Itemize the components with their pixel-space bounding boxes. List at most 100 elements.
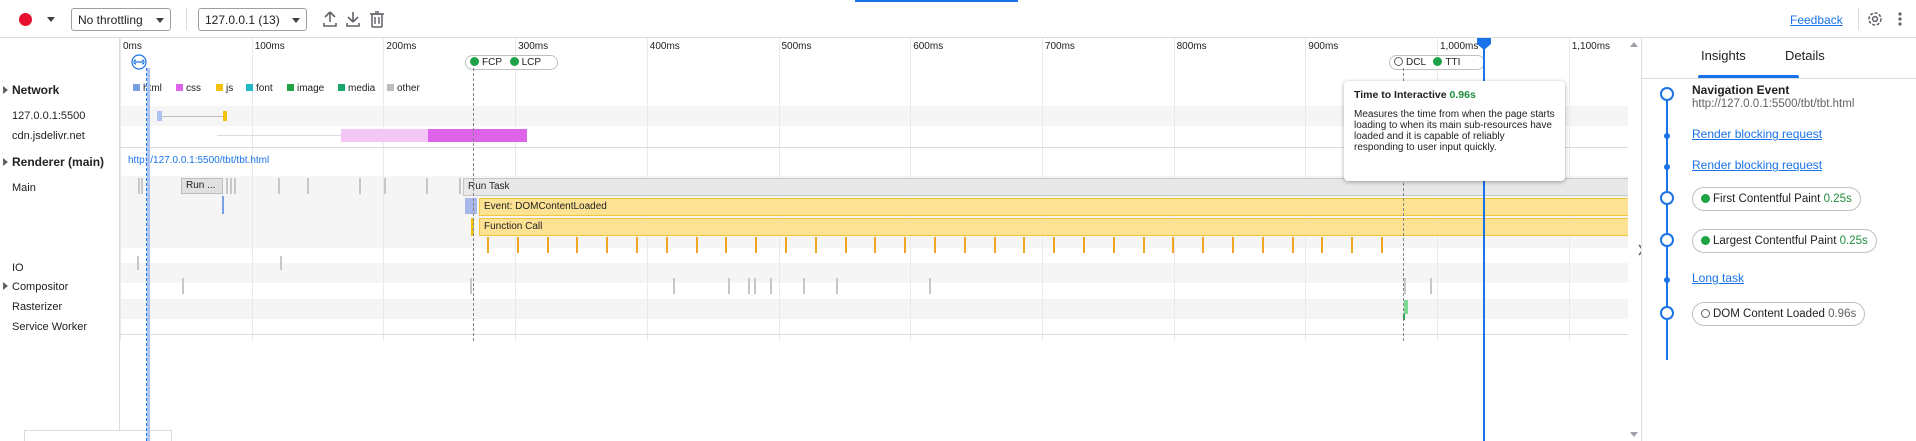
network-request-bar[interactable] xyxy=(341,129,428,142)
compositor-task[interactable] xyxy=(836,278,838,294)
function-sub-call[interactable] xyxy=(1142,237,1145,253)
target-select[interactable]: 127.0.0.1 (13) xyxy=(198,8,307,31)
tab-details[interactable]: Details xyxy=(1785,48,1825,63)
dom-event-block[interactable]: Event: DOMContentLoaded xyxy=(479,198,1628,216)
function-sub-call[interactable] xyxy=(1202,237,1205,253)
long-task-link[interactable]: Long task xyxy=(1692,271,1744,285)
compositor-task[interactable] xyxy=(673,278,675,294)
navigation-link-icon[interactable] xyxy=(131,54,147,70)
compositor-task[interactable] xyxy=(748,278,750,294)
trash-icon[interactable] xyxy=(369,10,385,28)
main-thread-task[interactable] xyxy=(384,178,386,194)
function-sub-call[interactable] xyxy=(725,237,728,253)
expand-network-icon[interactable] xyxy=(3,86,8,94)
more-vert-icon[interactable] xyxy=(1896,10,1904,28)
main-thread-task[interactable] xyxy=(234,178,236,194)
main-thread-task[interactable] xyxy=(230,178,232,194)
scroll-down-icon[interactable] xyxy=(1630,432,1638,437)
function-sub-call[interactable] xyxy=(1172,237,1175,253)
function-call-block[interactable]: Function Call xyxy=(479,218,1628,236)
main-thread-task[interactable] xyxy=(359,178,361,194)
function-sub-call[interactable] xyxy=(576,237,579,253)
tab-insights[interactable]: Insights xyxy=(1701,48,1746,63)
function-sub-call[interactable] xyxy=(546,237,549,253)
function-sub-call[interactable] xyxy=(665,237,668,253)
feedback-link[interactable]: Feedback xyxy=(1790,13,1843,27)
compositor-task[interactable] xyxy=(470,278,472,294)
legend-item-image: image xyxy=(287,83,324,94)
raster-task[interactable] xyxy=(1404,300,1408,314)
function-sub-call[interactable] xyxy=(934,237,936,253)
network-request-bar[interactable] xyxy=(428,129,527,142)
run-task-short[interactable]: Run ... xyxy=(181,178,223,194)
render-blocking-link[interactable]: Render blocking request xyxy=(1692,127,1822,141)
gear-icon[interactable] xyxy=(1866,10,1884,28)
function-sub-call[interactable] xyxy=(1291,237,1294,253)
legend-swatch xyxy=(387,84,394,91)
function-sub-call[interactable] xyxy=(963,237,966,253)
throttling-select[interactable]: No throttling xyxy=(71,8,171,31)
function-sub-call[interactable] xyxy=(636,237,638,253)
fcp-pill[interactable]: First Contentful Paint 0.25s xyxy=(1692,187,1861,211)
main-thread-task[interactable] xyxy=(426,178,428,194)
function-sub-call[interactable] xyxy=(1261,237,1264,253)
compositor-task[interactable] xyxy=(770,278,772,294)
compositor-task[interactable] xyxy=(182,278,184,294)
scroll-up-icon[interactable] xyxy=(1630,42,1638,47)
render-blocking-link[interactable]: Render blocking request xyxy=(1692,158,1822,172)
function-sub-call[interactable] xyxy=(516,237,519,253)
timeline-scrollbar[interactable] xyxy=(1628,38,1640,441)
function-sub-call[interactable] xyxy=(1023,237,1026,253)
dcl-label: DOM Content Loaded xyxy=(1713,308,1825,320)
dcl-pill[interactable]: DOM Content Loaded 0.96s xyxy=(1692,302,1866,326)
function-sub-call[interactable] xyxy=(487,237,489,253)
expand-compositor-icon[interactable] xyxy=(3,282,8,290)
function-sub-call[interactable] xyxy=(606,237,609,253)
io-task[interactable] xyxy=(137,256,139,270)
function-sub-call[interactable] xyxy=(993,237,996,253)
main-thread-task[interactable] xyxy=(278,178,280,194)
network-request-bar[interactable] xyxy=(223,111,227,121)
function-sub-call[interactable] xyxy=(904,237,907,253)
function-sub-call[interactable] xyxy=(1083,237,1085,253)
legend-swatch xyxy=(338,84,345,91)
function-sub-call[interactable] xyxy=(755,237,758,253)
network-track-title[interactable]: Network xyxy=(12,83,59,97)
function-sub-call[interactable] xyxy=(1232,237,1234,253)
function-sub-call[interactable] xyxy=(785,237,787,253)
main-thread-task[interactable] xyxy=(141,178,143,194)
compositor-task[interactable] xyxy=(728,278,730,294)
download-icon[interactable] xyxy=(345,10,361,28)
compositor-task[interactable] xyxy=(1404,278,1406,294)
function-sub-call[interactable] xyxy=(695,237,698,253)
compositor-task[interactable] xyxy=(1430,278,1432,294)
function-sub-call[interactable] xyxy=(1351,237,1354,253)
main-thread-task[interactable] xyxy=(459,178,461,194)
network-request-wait-line xyxy=(162,116,224,117)
function-sub-call[interactable] xyxy=(874,237,877,253)
tti-tooltip: Time to Interactive 0.96s Measures the t… xyxy=(1344,81,1565,181)
function-sub-call[interactable] xyxy=(844,237,847,253)
compositor-task[interactable] xyxy=(929,278,931,294)
record-menu-chevron-down-icon[interactable] xyxy=(47,17,55,22)
function-sub-call[interactable] xyxy=(1112,237,1115,253)
parse-html-block[interactable] xyxy=(465,198,477,214)
main-thread-task[interactable] xyxy=(226,178,228,194)
record-button[interactable] xyxy=(19,13,32,26)
function-sub-call[interactable] xyxy=(1381,237,1383,253)
function-sub-call[interactable] xyxy=(1321,237,1324,253)
compositor-task[interactable] xyxy=(754,278,756,294)
main-thread-task[interactable] xyxy=(138,178,140,194)
expand-renderer-icon[interactable] xyxy=(3,158,8,166)
compositor-task[interactable] xyxy=(803,278,805,294)
lcp-pill[interactable]: Largest Contentful Paint 0.25s xyxy=(1692,229,1877,253)
function-sub-call[interactable] xyxy=(814,237,817,253)
function-sub-call[interactable] xyxy=(1053,237,1056,253)
io-task[interactable] xyxy=(280,256,282,270)
fcp-lcp-marker[interactable]: FCP LCP xyxy=(465,55,558,70)
renderer-track-title[interactable]: Renderer (main) xyxy=(12,155,104,169)
legend-swatch xyxy=(246,84,253,91)
main-thread-task[interactable] xyxy=(307,178,309,194)
upload-icon[interactable] xyxy=(322,10,338,28)
playhead-handle-icon[interactable] xyxy=(1477,38,1491,50)
